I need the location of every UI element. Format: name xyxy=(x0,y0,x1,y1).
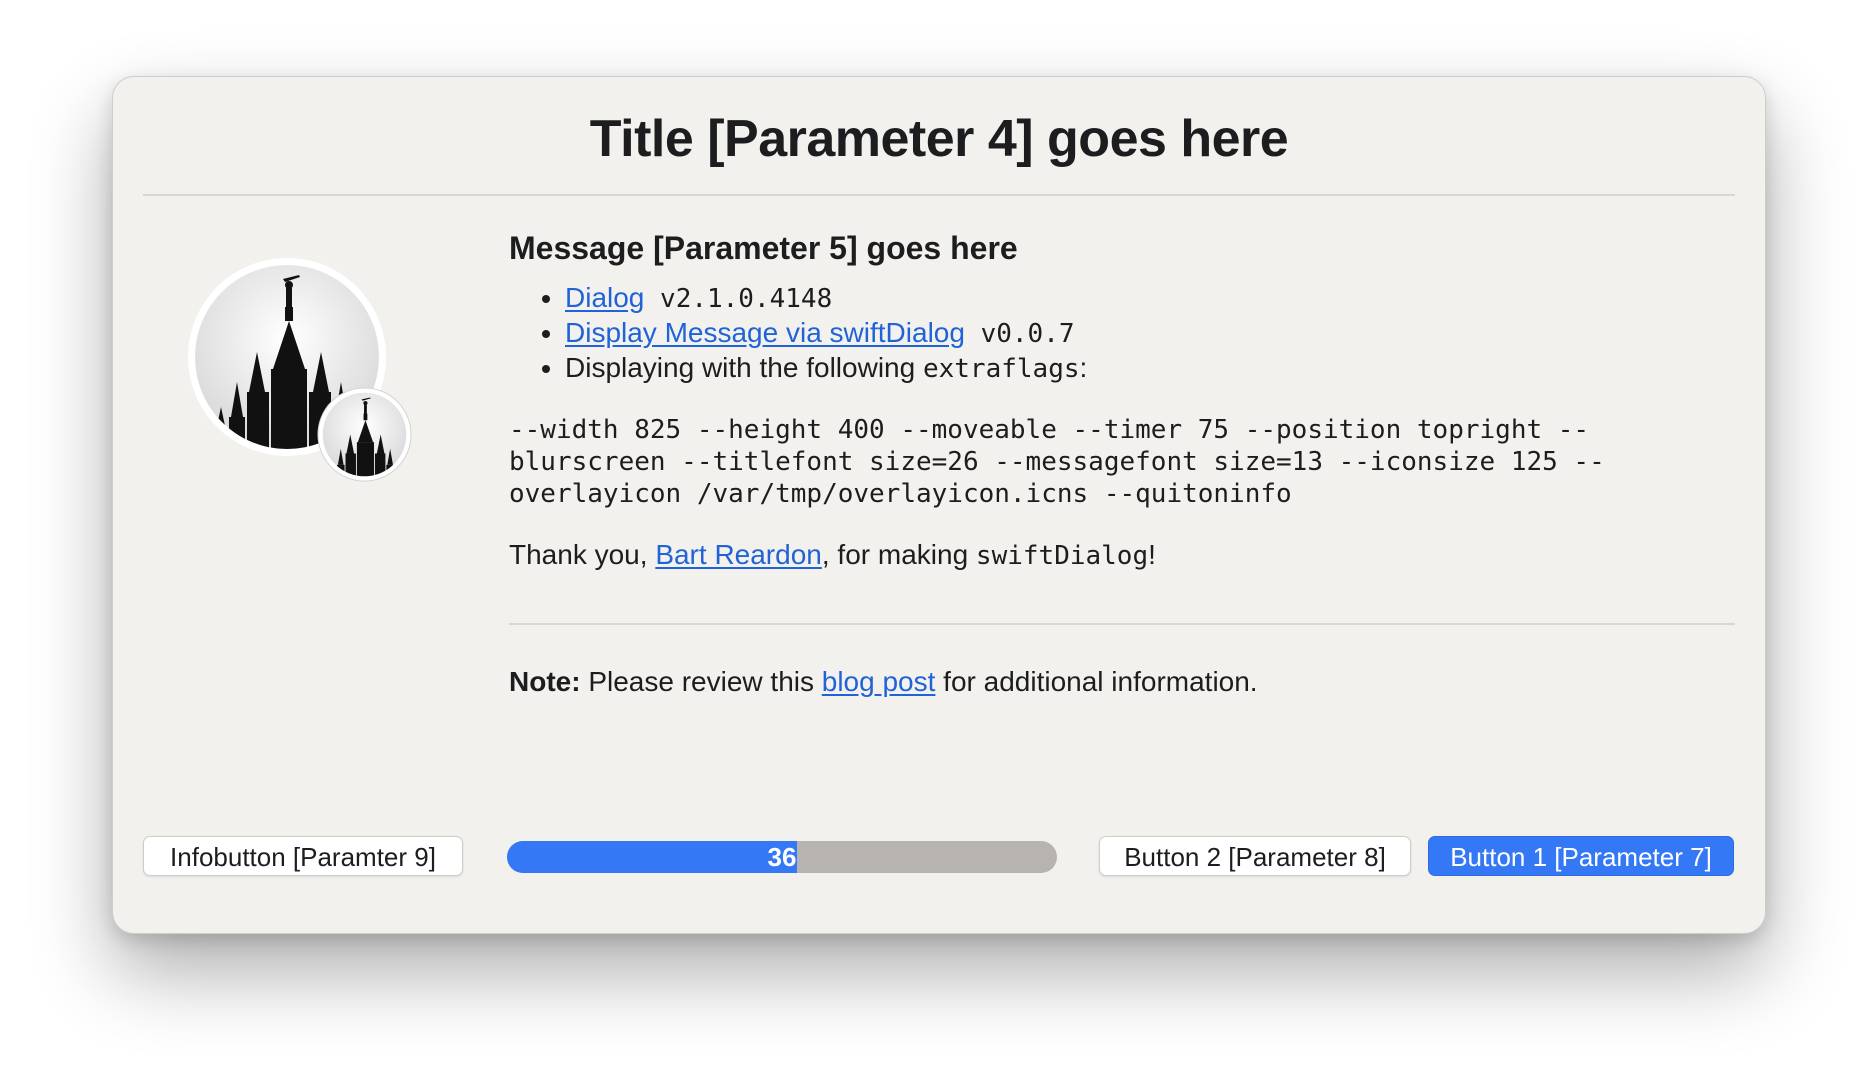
message-heading: Message [Parameter 5] goes here xyxy=(509,230,1018,266)
extraflags-code: extraflags xyxy=(922,354,1080,384)
list-item: Dialog v2.1.0.4148 xyxy=(565,281,1739,316)
script-version: v0.0.7 xyxy=(964,319,1075,349)
progress-label: 36 xyxy=(767,842,797,872)
dialog-title: Title [Parameter 4] goes here xyxy=(589,110,1289,168)
thanks-line: Thank you, Bart Reardon, for making swif… xyxy=(509,538,1739,573)
temple-silhouette-overlay-icon xyxy=(317,387,412,482)
extraflags-text: Displaying with the following xyxy=(565,352,923,383)
timer-progress-bar: 36 xyxy=(507,841,1057,873)
icon-area xyxy=(187,257,417,487)
thanks-suffix: ! xyxy=(1148,539,1156,570)
note-suffix: for additional information. xyxy=(935,666,1258,697)
extraflags-suffix: : xyxy=(1079,352,1088,383)
title-divider xyxy=(143,194,1735,196)
display-message-link[interactable]: Display Message via swiftDialog xyxy=(565,317,965,348)
content-divider xyxy=(509,623,1735,625)
button-1[interactable]: Button 1 [Parameter 7] xyxy=(1428,836,1734,876)
bart-reardon-link[interactable]: Bart Reardon xyxy=(655,539,822,570)
note-line: Note: Please review this blog post for a… xyxy=(509,665,1258,699)
dialog-version: v2.1.0.4148 xyxy=(644,284,833,314)
blog-post-link[interactable]: blog post xyxy=(822,666,936,697)
info-button[interactable]: Infobutton [Paramter 9] xyxy=(143,836,463,876)
list-item: Display Message via swiftDialog v0.0.7 xyxy=(565,316,1739,351)
info-bullet-list: Dialog v2.1.0.4148 Display Message via s… xyxy=(509,281,1739,386)
note-label: Note: xyxy=(509,666,581,697)
note-prefix: Please review this xyxy=(580,666,822,697)
list-item: Displaying with the following extraflags… xyxy=(565,351,1739,386)
thanks-middle: , for making xyxy=(821,539,976,570)
swiftdialog-code: swiftDialog xyxy=(975,541,1149,571)
thanks-prefix: Thank you, xyxy=(509,539,656,570)
dialog-link[interactable]: Dialog xyxy=(565,282,644,313)
extraflags-code-block: --width 825 --height 400 --moveable --ti… xyxy=(509,415,1605,509)
button-2[interactable]: Button 2 [Parameter 8] xyxy=(1099,836,1411,876)
dialog-window: Title [Parameter 4] goes here Message [P… xyxy=(112,76,1766,934)
message-content: Message [Parameter 5] goes here Dialog v… xyxy=(509,230,1739,573)
